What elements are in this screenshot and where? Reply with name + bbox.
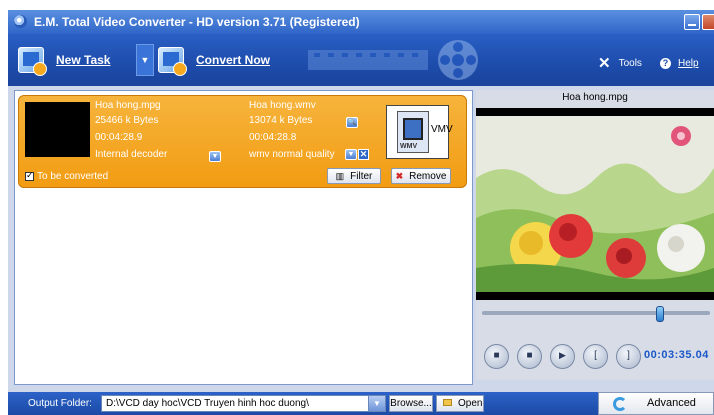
open-folder-button[interactable]: Open <box>436 395 484 412</box>
folder-icon <box>443 399 452 406</box>
wmv-file-icon: WMV <box>397 111 429 153</box>
new-task-button[interactable]: New Task <box>18 44 110 76</box>
convert-now-button[interactable]: Convert Now <box>158 44 270 76</box>
remove-button[interactable]: ✖ Remove <box>391 168 451 184</box>
source-duration: 00:04:28.9 <box>95 132 143 143</box>
mark-in-icon[interactable] <box>583 344 608 369</box>
tools-icon: ✕ <box>598 54 611 72</box>
seek-slider-thumb[interactable] <box>656 306 664 322</box>
advanced-button[interactable]: Advanced <box>598 392 714 415</box>
filter-button[interactable]: ▥ Filter <box>327 168 381 184</box>
filter-icon: ▥ <box>335 170 345 181</box>
convert-now-icon <box>158 47 187 76</box>
help-label: Help <box>678 58 699 69</box>
output-folder-input[interactable] <box>101 395 376 412</box>
format-tag: WMV <box>400 143 418 150</box>
target-file-size: 13074 k Bytes <box>249 115 313 126</box>
task-thumbnail <box>25 102 90 157</box>
film-reel-decoration <box>308 40 478 80</box>
browse-button[interactable]: Browse... <box>389 395 433 412</box>
help-menu[interactable]: ? Help <box>660 58 699 69</box>
stop-icon[interactable] <box>484 344 509 369</box>
pause-icon[interactable] <box>517 344 542 369</box>
to-be-converted-checkbox[interactable] <box>25 170 34 181</box>
video-preview[interactable] <box>476 108 714 300</box>
refresh-icon <box>613 397 627 411</box>
minimize-button[interactable] <box>684 14 700 30</box>
main-toolbar: New Task ▼ Convert Now ✕ Tools ? Help <box>8 34 714 86</box>
window-title: E.M. Total Video Converter - HD version … <box>34 15 360 29</box>
help-icon: ? <box>660 58 671 69</box>
quality-dropdown-button[interactable]: ▼ <box>345 149 357 160</box>
open-label: Open <box>458 398 483 409</box>
seek-slider-track[interactable] <box>482 311 710 315</box>
source-decoder: Internal decoder <box>95 149 168 160</box>
app-icon <box>14 15 27 28</box>
source-file-size: 25466 k Bytes <box>95 115 159 126</box>
convert-now-label: Convert Now <box>196 53 271 67</box>
task-item[interactable]: Hoa hong.mpg 25466 k Bytes 00:04:28.9 In… <box>18 95 467 188</box>
film-icon <box>403 118 423 140</box>
search-icon[interactable]: 🔍 <box>346 117 358 128</box>
output-folder-label: Output Folder: <box>28 398 92 409</box>
play-icon[interactable] <box>550 344 575 369</box>
format-side-label: VMV <box>431 124 453 135</box>
preview-title: Hoa hong.mpg <box>562 92 628 103</box>
new-task-icon <box>18 47 47 76</box>
bottom-bar: Output Folder: ▼ Browse... Open Advanced <box>8 392 714 415</box>
target-file-name: Hoa hong.wmv <box>249 100 316 111</box>
mark-out-icon[interactable] <box>616 344 641 369</box>
target-quality: wmv normal quality <box>249 149 335 160</box>
filter-label: Filter <box>350 170 373 182</box>
window-title-bar: E.M. Total Video Converter - HD version … <box>8 10 714 34</box>
decoder-dropdown-button[interactable]: ▼ <box>209 151 221 162</box>
output-folder-dropdown-button[interactable]: ▼ <box>368 395 386 412</box>
video-frame-image <box>476 108 714 300</box>
remove-icon: ✖ <box>395 170 404 181</box>
tools-menu[interactable]: ✕ Tools <box>598 54 642 72</box>
output-format-button[interactable]: WMV VMV <box>386 105 453 159</box>
playback-timecode: 00:03:35.04 <box>644 349 709 361</box>
target-duration: 00:04:28.8 <box>249 132 297 143</box>
quality-clear-icon[interactable]: ✕ <box>358 149 369 160</box>
preview-panel: Hoa hong.mpg 00:03:35.04 <box>476 90 714 380</box>
new-task-dropdown-arrow[interactable]: ▼ <box>136 44 154 76</box>
advanced-label: Advanced <box>647 397 696 409</box>
tools-label: Tools <box>618 58 642 69</box>
close-button[interactable] <box>702 14 714 30</box>
new-task-label: New Task <box>56 53 111 67</box>
remove-label: Remove <box>409 170 447 182</box>
source-file-name: Hoa hong.mpg <box>95 100 161 111</box>
to-be-converted-label: To be converted <box>37 171 109 182</box>
